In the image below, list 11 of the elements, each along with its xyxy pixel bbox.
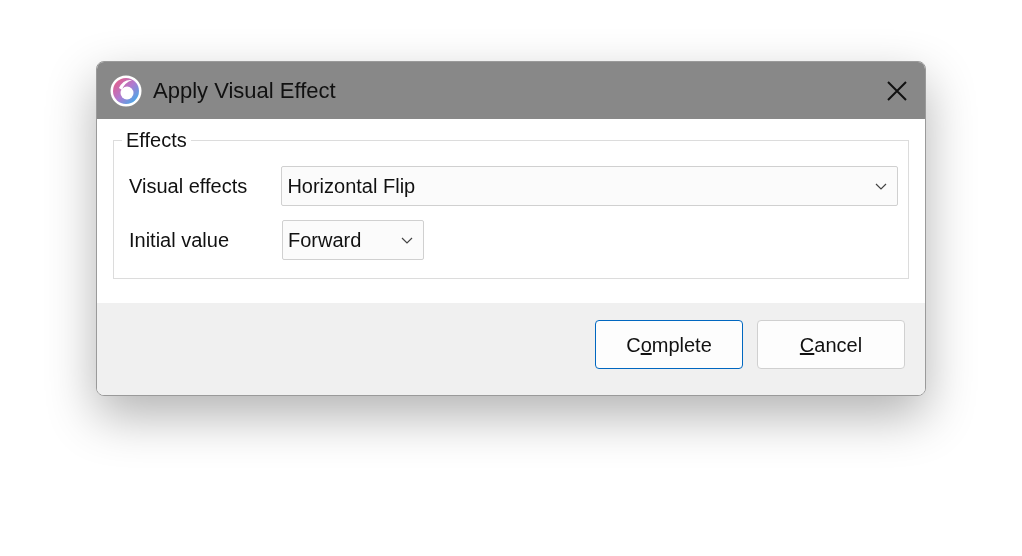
chevron-down-icon bbox=[875, 182, 887, 190]
chevron-down-icon bbox=[401, 236, 413, 244]
dropdown[interactable]: Forward bbox=[282, 220, 424, 260]
close-icon[interactable] bbox=[887, 80, 907, 101]
dialog-button[interactable]: Complete bbox=[595, 320, 743, 369]
field-label: Visual effects bbox=[129, 174, 249, 199]
dropdown[interactable]: Horizontal Flip bbox=[281, 166, 898, 206]
field-label: Initial value bbox=[129, 228, 231, 253]
app-logo-icon bbox=[109, 73, 143, 108]
window-title: Apply Visual Effect bbox=[153, 77, 336, 105]
dialog-button[interactable]: Cancel bbox=[757, 320, 905, 369]
